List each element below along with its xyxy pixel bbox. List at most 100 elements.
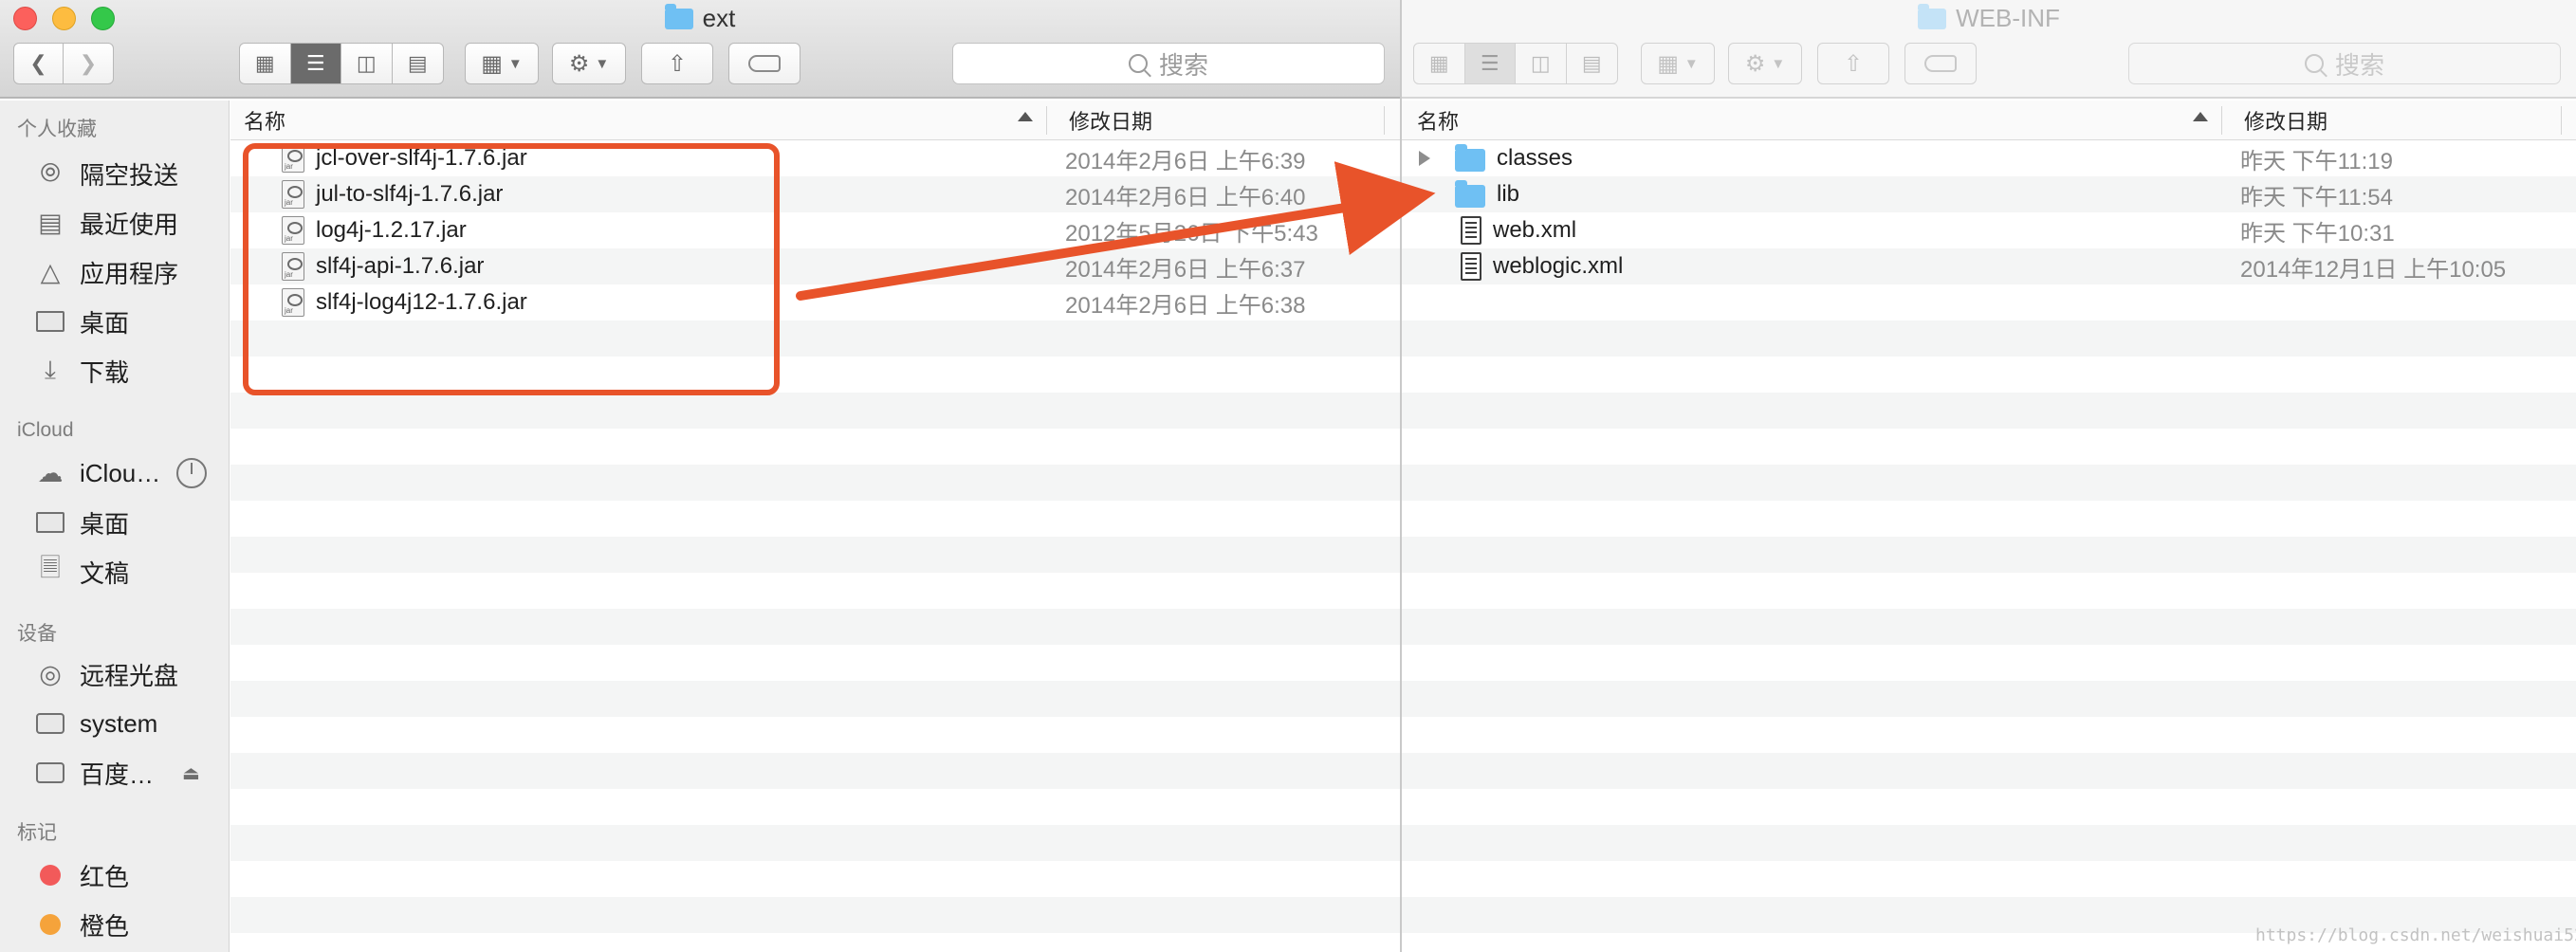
- action-menu-button[interactable]: ⚙ ▼: [1728, 43, 1802, 84]
- list-view-button[interactable]: ☰: [290, 44, 341, 83]
- file-name-cell: jcl-over-slf4j-1.7.6.jar: [282, 140, 527, 176]
- finder-window-web-inf: WEB-INF ▦ ☰ ◫ ▤ ▦ ▼ ⚙ ▼ ⇧ 搜索 名称 修改日期 cla…: [1402, 0, 2576, 952]
- column-header-name[interactable]: 名称: [244, 101, 285, 140]
- sidebar-item-label: 下载: [80, 357, 130, 387]
- search-icon: [1128, 54, 1148, 73]
- table-row[interactable]: log4j-1.2.17.jar 2012年5月26日 下午5:43: [230, 212, 1400, 248]
- column-view-button[interactable]: ◫: [341, 44, 393, 83]
- view-mode-control: ▦ ☰ ◫ ▤: [1413, 43, 1618, 84]
- window-title: ext: [0, 3, 1400, 33]
- file-list: 名称 修改日期 classes 昨天 下午11:19 lib 昨天 下午11:54 we…: [1402, 101, 2576, 952]
- tags-button[interactable]: [1904, 43, 1977, 84]
- sidebar-item-desktop[interactable]: 桌面: [34, 302, 129, 341]
- jar-file-icon: [282, 252, 304, 281]
- gallery-view-button[interactable]: ▤: [393, 44, 444, 83]
- list-icon: ☰: [305, 51, 325, 75]
- search-icon: [2304, 54, 2324, 73]
- share-icon: ⇧: [1843, 50, 1864, 77]
- sidebar-item-recents[interactable]: ▤ 最近使用: [34, 203, 178, 243]
- column-divider[interactable]: [1384, 106, 1385, 135]
- table-row[interactable]: slf4j-log4j12-1.7.6.jar 2014年2月6日 上午6:38: [230, 284, 1400, 320]
- sidebar-item-icloud-drive[interactable]: ☁ iClou…: [34, 453, 214, 493]
- tags-button[interactable]: [728, 43, 800, 84]
- back-button[interactable]: ❮: [14, 44, 64, 83]
- column-header-modified[interactable]: 修改日期: [1069, 101, 1152, 140]
- file-rows: jcl-over-slf4j-1.7.6.jar 2014年2月6日 上午6:39…: [230, 140, 1400, 952]
- sidebar-item-applications[interactable]: △ 应用程序: [34, 252, 178, 292]
- column-view-button[interactable]: ◫: [1516, 44, 1567, 83]
- search-field[interactable]: 搜索: [2128, 43, 2561, 84]
- table-row[interactable]: jul-to-slf4j-1.7.6.jar 2014年2月6日 上午6:40: [230, 176, 1400, 212]
- file-name-cell: classes: [1419, 140, 1573, 176]
- table-row[interactable]: weblogic.xml 2014年12月1日 上午10:05: [1402, 248, 2576, 284]
- table-row[interactable]: slf4j-api-1.7.6.jar 2014年2月6日 上午6:37: [230, 248, 1400, 284]
- share-button[interactable]: ⇧: [1817, 43, 1889, 84]
- sidebar-item-label: 最近使用: [80, 210, 179, 239]
- chevron-left-icon: ❮: [29, 51, 47, 75]
- share-button[interactable]: ⇧: [641, 43, 713, 84]
- file-date: 昨天 下午10:31: [2240, 220, 2395, 247]
- applications-icon: △: [40, 257, 61, 286]
- sidebar-item-baidu[interactable]: 百度… ⏏: [34, 753, 205, 793]
- folder-icon: [1455, 180, 1485, 208]
- window-title: WEB-INF: [1402, 3, 2576, 33]
- file-date: 2014年2月6日 上午6:38: [1065, 292, 1306, 319]
- file-name: log4j-1.2.17.jar: [316, 217, 467, 243]
- desktop-icon: [34, 506, 66, 539]
- file-date: 2012年5月26日 下午5:43: [1065, 220, 1318, 247]
- column-divider[interactable]: [2221, 106, 2222, 135]
- file-name-cell: log4j-1.2.17.jar: [282, 212, 467, 248]
- sidebar-item-system[interactable]: system: [34, 704, 157, 743]
- table-row[interactable]: lib 昨天 下午11:54: [1402, 176, 2576, 212]
- sort-ascending-icon: [2193, 112, 2208, 121]
- table-row[interactable]: jcl-over-slf4j-1.7.6.jar 2014年2月6日 上午6:39: [230, 140, 1400, 176]
- icon-grid-icon: ▦: [1428, 51, 1449, 75]
- folder-icon: [1455, 144, 1485, 172]
- table-row[interactable]: classes 昨天 下午11:19: [1402, 140, 2576, 176]
- column-divider[interactable]: [2561, 106, 2562, 135]
- file-date: 2014年2月6日 上午6:37: [1065, 256, 1306, 283]
- gear-icon: ⚙: [1744, 50, 1766, 77]
- icon-view-button[interactable]: ▦: [240, 44, 291, 83]
- sidebar-item-tag-red[interactable]: 红色: [34, 855, 129, 895]
- sidebar-item-tag-orange[interactable]: 橙色: [34, 905, 129, 944]
- icon-view-button[interactable]: ▦: [1414, 44, 1465, 83]
- column-divider[interactable]: [1046, 106, 1047, 135]
- sidebar-item-label: 百度…: [80, 760, 155, 789]
- sidebar-item-downloads[interactable]: ⤓ 下载: [34, 351, 129, 391]
- column-header-row: 名称 修改日期: [1402, 101, 2576, 140]
- action-menu-button[interactable]: ⚙ ▼: [552, 43, 626, 84]
- file-name-cell: weblogic.xml: [1419, 248, 1623, 284]
- disclosure-triangle-icon[interactable]: [1419, 151, 1430, 166]
- window-title-label: ext: [702, 4, 736, 32]
- sidebar-item-icloud-desktop[interactable]: 桌面: [34, 503, 129, 542]
- gallery-view-button[interactable]: ▤: [1567, 44, 1618, 83]
- jar-file-icon: [282, 180, 304, 209]
- chevron-down-icon: ▼: [595, 55, 610, 72]
- downloads-icon: ⤓: [45, 356, 56, 384]
- column-header-name[interactable]: 名称: [1417, 101, 1459, 140]
- file-date: 2014年2月6日 上午6:39: [1065, 148, 1306, 174]
- file-name: slf4j-api-1.7.6.jar: [316, 253, 485, 279]
- file-date: 昨天 下午11:54: [2240, 184, 2393, 211]
- disk-icon: [34, 757, 66, 789]
- sidebar-item-remote-disc[interactable]: ◎ 远程光盘: [34, 654, 178, 694]
- table-row[interactable]: web.xml 昨天 下午10:31: [1402, 212, 2576, 248]
- sidebar-item-airdrop[interactable]: ⦾ 隔空投送: [34, 154, 178, 193]
- forward-button[interactable]: ❯: [64, 44, 113, 83]
- icloud-progress-icon: [176, 458, 207, 488]
- columns-icon: ◫: [1530, 51, 1551, 75]
- group-by-button[interactable]: ▦ ▼: [465, 43, 539, 84]
- sidebar-item-label: 远程光盘: [80, 661, 179, 690]
- group-by-button[interactable]: ▦ ▼: [1641, 43, 1715, 84]
- sidebar-item-label: 应用程序: [80, 259, 179, 288]
- sidebar-item-label: 文稿: [80, 558, 130, 588]
- sidebar-item-documents[interactable]: 🗏 文稿: [34, 552, 129, 592]
- desktop-screenshot: ext ❮ ❯ ▦ ☰ ◫ ▤ ▦ ▼ ⚙ ▼ ⇧ 搜索 个人收藏 ⦾ 隔空投送…: [0, 0, 2576, 952]
- eject-icon[interactable]: ⏏: [182, 753, 200, 793]
- column-header-modified[interactable]: 修改日期: [2244, 101, 2328, 140]
- list-view-button[interactable]: ☰: [1464, 44, 1516, 83]
- group-grid-icon: ▦: [481, 50, 503, 77]
- titlebar: ext ❮ ❯ ▦ ☰ ◫ ▤ ▦ ▼ ⚙ ▼ ⇧ 搜索: [0, 0, 1400, 99]
- search-field[interactable]: 搜索: [952, 43, 1385, 84]
